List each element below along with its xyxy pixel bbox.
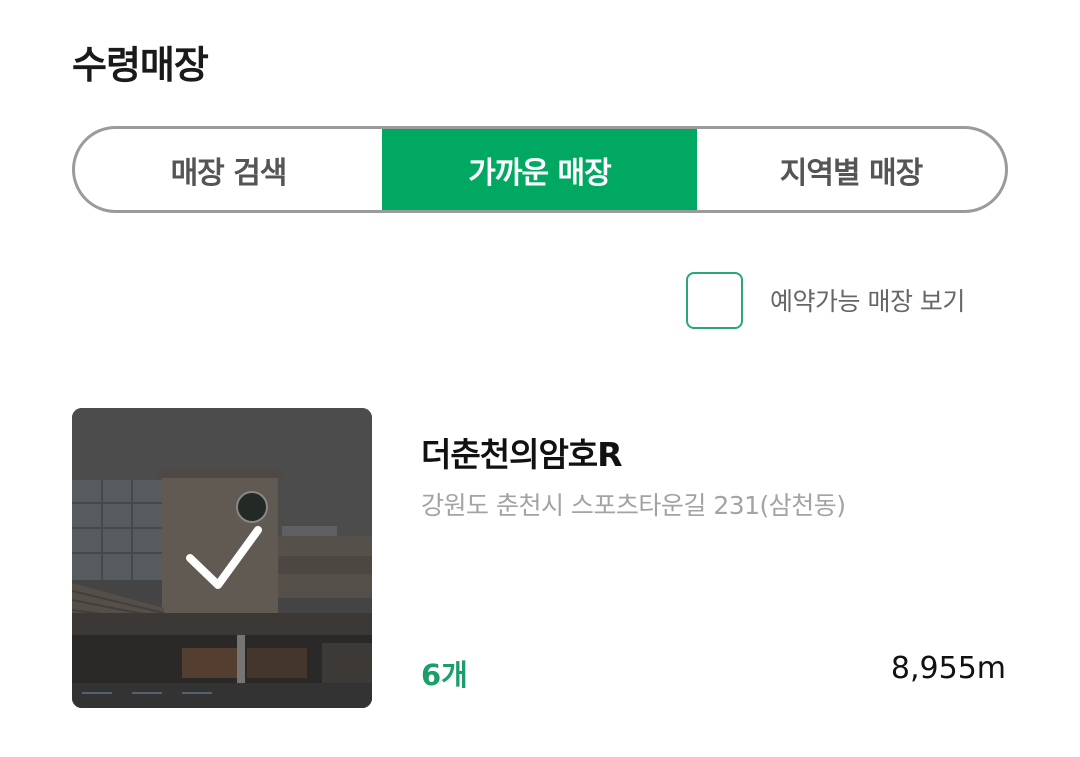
- checkmark-icon: [186, 526, 262, 589]
- store-name: 더춘천의암호R: [421, 435, 623, 474]
- store-select-page: 수령매장 매장 검색 가까운 매장 지역별 매장 예약가능 매장 보기 더춘천의…: [0, 0, 1080, 757]
- tab-regional-stores[interactable]: 지역별 매장: [697, 129, 1005, 210]
- store-list-item[interactable]: 더춘천의암호R 강원도 춘천시 스포츠타운길 231(삼천동) 6개 8,955…: [72, 408, 1008, 708]
- reservable-filter-label: 예약가능 매장 보기: [770, 287, 965, 316]
- store-tab-bar: 매장 검색 가까운 매장 지역별 매장: [72, 126, 1008, 213]
- tab-nearby-stores[interactable]: 가까운 매장: [382, 129, 697, 210]
- tab-store-search[interactable]: 매장 검색: [75, 129, 382, 210]
- store-address: 강원도 춘천시 스포츠타운길 231(삼천동): [421, 491, 846, 520]
- store-distance: 8,955m: [890, 651, 1006, 686]
- store-photo: [72, 408, 372, 708]
- reservable-filter[interactable]: 예약가능 매장 보기: [686, 271, 965, 329]
- reservable-checkbox[interactable]: [686, 271, 743, 329]
- page-title: 수령매장: [72, 43, 209, 87]
- store-count: 6개: [421, 658, 468, 692]
